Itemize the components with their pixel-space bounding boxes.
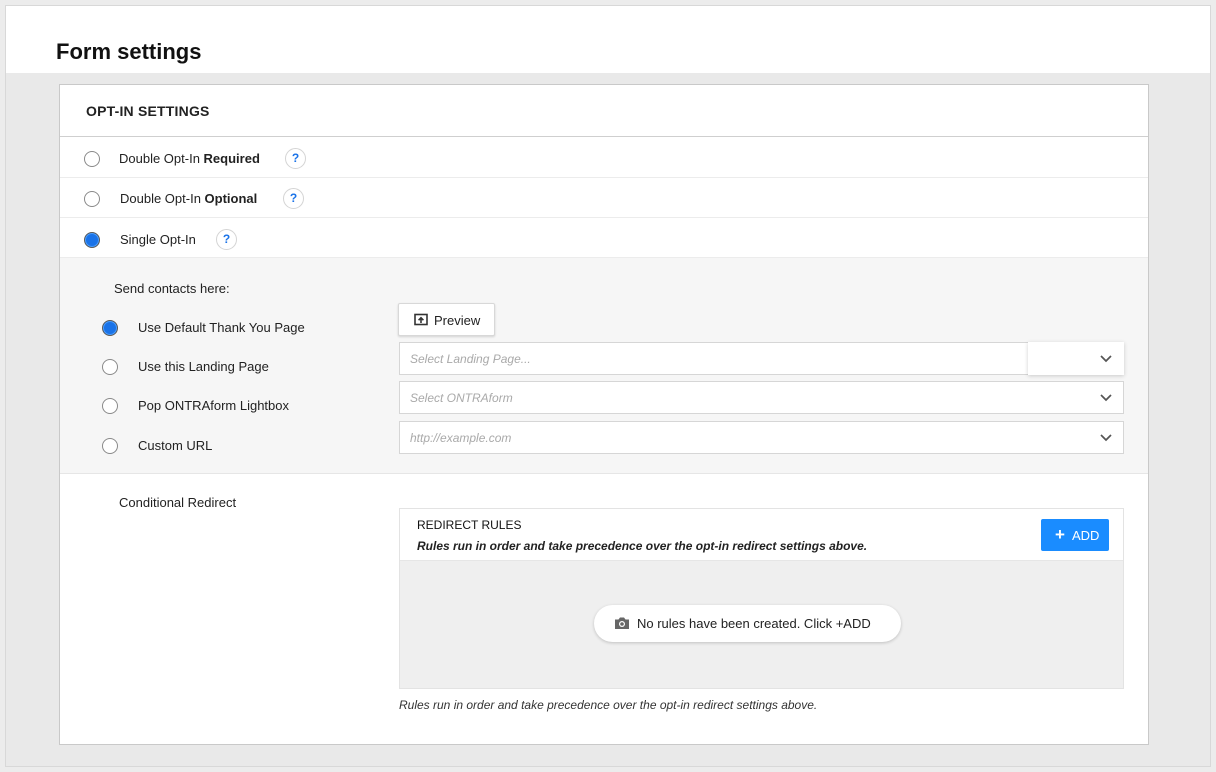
destination-label-landing: Use this Landing Page: [138, 359, 269, 374]
redirect-rules-panel: REDIRECT RULES Rules run in order and ta…: [399, 508, 1124, 689]
option-label: Double Opt-In Required: [119, 151, 260, 166]
radio-single-optin[interactable]: [84, 232, 100, 248]
chevron-down-icon: [1100, 434, 1112, 442]
option-label: Single Opt-In: [120, 232, 196, 247]
radio-landing-page[interactable]: [102, 359, 118, 375]
chevron-down-icon: [1100, 394, 1112, 402]
chevron-down-icon: [1100, 355, 1112, 363]
custom-url-placeholder: http://example.com: [410, 431, 512, 445]
redirect-footnote: Rules run in order and take precedence o…: [399, 698, 818, 712]
preview-button[interactable]: Preview: [398, 303, 495, 336]
conditional-redirect-label: Conditional Redirect: [119, 495, 237, 510]
custom-url-input[interactable]: http://example.com: [399, 421, 1124, 454]
optin-option-double-optional[interactable]: Double Opt-In Optional ?: [60, 178, 1148, 218]
app-frame: Form settings OPT-IN SETTINGS Double Opt…: [5, 5, 1211, 767]
landing-page-select[interactable]: Select Landing Page...: [399, 342, 1124, 375]
help-icon[interactable]: ?: [216, 229, 237, 250]
add-label: ADD: [1072, 528, 1100, 543]
destination-label-lightbox: Pop ONTRAform Lightbox: [138, 398, 290, 413]
landing-page-placeholder: Select Landing Page...: [410, 352, 531, 366]
empty-rules-message: No rules have been created. Click +ADD: [594, 605, 901, 642]
destination-label-default: Use Default Thank You Page: [138, 320, 305, 335]
radio-double-required[interactable]: [84, 151, 100, 167]
empty-rules-text: No rules have been created. Click +ADD: [637, 616, 871, 631]
radio-default-thank-you[interactable]: [102, 320, 118, 336]
ontraform-placeholder: Select ONTRAform: [410, 391, 513, 405]
page-header: Form settings: [6, 6, 1210, 73]
page-title: Form settings: [56, 39, 202, 64]
card-header: OPT-IN SETTINGS: [60, 85, 1148, 137]
camera-icon: [615, 617, 629, 629]
preview-label: Preview: [434, 313, 481, 328]
radio-double-optional[interactable]: [84, 191, 100, 207]
destination-label-custom-url: Custom URL: [138, 438, 213, 453]
redirect-rules-header: REDIRECT RULES Rules run in order and ta…: [400, 509, 1123, 561]
option-label: Double Opt-In Optional: [120, 191, 258, 206]
section-title: OPT-IN SETTINGS: [86, 103, 210, 119]
redirect-rules-title: REDIRECT RULES: [417, 518, 522, 532]
preview-icon: [414, 313, 428, 326]
redirect-rules-subtitle: Rules run in order and take precedence o…: [417, 539, 868, 553]
radio-custom-url[interactable]: [102, 438, 118, 454]
radio-ontraform-lightbox[interactable]: [102, 398, 118, 414]
plus-icon: +: [1055, 525, 1065, 544]
ontraform-select[interactable]: Select ONTRAform: [399, 381, 1124, 414]
optin-option-double-required[interactable]: Double Opt-In Required ?: [60, 138, 1148, 178]
add-rule-button[interactable]: + ADD: [1041, 519, 1109, 551]
optin-settings-card: OPT-IN SETTINGS Double Opt-In Required ?…: [59, 84, 1149, 745]
help-icon[interactable]: ?: [285, 148, 306, 169]
send-contacts-label: Send contacts here:: [114, 281, 230, 296]
optin-option-single[interactable]: Single Opt-In ?: [60, 218, 1148, 258]
help-icon[interactable]: ?: [283, 188, 304, 209]
send-contacts-panel: Send contacts here: Use Default Thank Yo…: [60, 258, 1148, 474]
